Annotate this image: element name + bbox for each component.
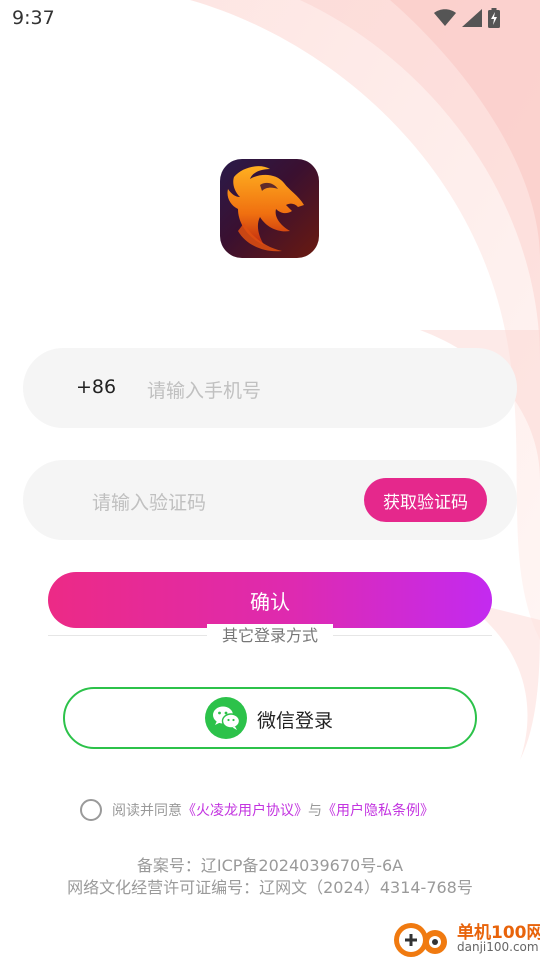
privacy-policy-link[interactable]: 《用户隐私条例》 <box>322 803 434 819</box>
agreement-prefix: 阅读并同意 <box>112 803 182 819</box>
phone-number-input[interactable]: 请输入手机号 <box>147 376 261 403</box>
dragon-logo-icon <box>227 166 304 252</box>
culture-license-number: 网络文化经营许可证编号：辽网文（2024）4314-768号 <box>67 878 473 897</box>
get-code-button[interactable]: 获取验证码 <box>364 478 487 522</box>
agreement-text: 阅读并同意《火凌龙用户协议》与《用户隐私条例》 <box>112 800 434 820</box>
confirm-button[interactable]: 确认 <box>48 572 492 628</box>
status-icons <box>434 8 500 28</box>
phone-input-field[interactable]: +86 请输入手机号 <box>23 348 517 428</box>
agreement-conjunction: 与 <box>308 803 322 819</box>
wechat-login-button[interactable]: 微信登录 <box>63 687 477 749</box>
status-time: 9:37 <box>12 7 55 29</box>
agreement-row: 阅读并同意《火凌龙用户协议》与《用户隐私条例》 <box>80 798 434 822</box>
verification-code-field[interactable]: 请输入验证码 获取验证码 <box>23 460 517 540</box>
battery-charging-icon <box>488 8 500 28</box>
site-watermark: 单机100网 danji100.com <box>391 916 540 960</box>
status-bar: 9:37 <box>0 0 540 36</box>
verification-code-input[interactable]: 请输入验证码 <box>92 488 206 515</box>
wechat-icon <box>205 697 247 739</box>
watermark-logo-icon <box>394 923 447 957</box>
app-logo <box>220 159 319 258</box>
watermark-url: danji100.com <box>457 940 539 954</box>
user-agreement-link[interactable]: 《火凌龙用户协议》 <box>182 803 308 819</box>
agreement-checkbox[interactable] <box>80 799 102 821</box>
cell-signal-icon <box>462 9 482 27</box>
icp-record-number: 备案号：辽ICP备2024039670号-6A <box>136 856 404 875</box>
other-login-methods-label: 其它登录方式 <box>207 624 333 648</box>
wifi-icon <box>434 9 456 27</box>
wechat-login-label: 微信登录 <box>257 710 334 732</box>
country-code-selector[interactable]: +86 <box>76 376 116 398</box>
